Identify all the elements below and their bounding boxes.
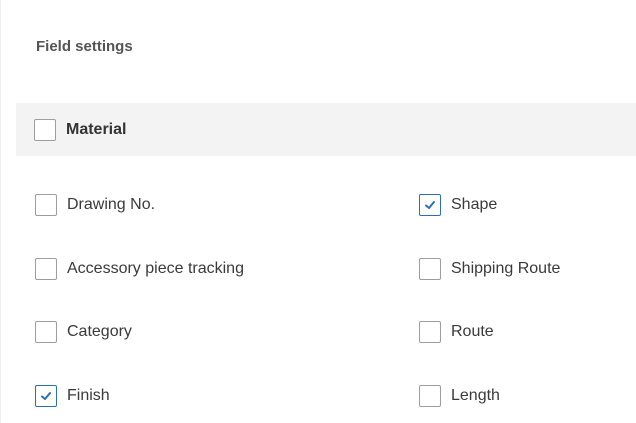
panel-title: Field settings [36,38,133,55]
field-shipping-route[interactable]: Shipping Route [419,257,560,281]
checkbox-length[interactable] [419,385,441,407]
group-checkbox-material[interactable] [34,118,56,141]
checkbox-route[interactable] [419,321,441,343]
group-header-material[interactable]: Material [16,103,636,156]
field-accessory-piece-tracking[interactable]: Accessory piece tracking [35,257,244,281]
field-length[interactable]: Length [419,384,500,408]
field-label-category: Category [67,323,132,340]
checkbox-drawing-no[interactable] [35,194,57,216]
field-route[interactable]: Route [419,320,494,344]
field-label-shape: Shape [451,196,498,213]
checkbox-category[interactable] [35,321,57,343]
checkbox-shape[interactable] [419,194,441,216]
checkbox-accessory-piece-tracking[interactable] [35,258,57,280]
field-label-drawing-no: Drawing No. [67,196,156,213]
field-label-length: Length [451,387,500,404]
field-settings-panel: Field settings Material Drawing No. Shap… [0,0,636,423]
field-drawing-no[interactable]: Drawing No. [35,193,155,217]
field-label-finish: Finish [67,387,110,404]
group-label: Material [66,120,127,138]
field-label-route: Route [451,323,494,340]
check-icon [425,201,435,209]
field-shape[interactable]: Shape [419,193,497,217]
field-finish[interactable]: Finish [35,384,110,408]
check-icon [41,392,51,400]
field-category[interactable]: Category [35,320,132,344]
checkbox-finish[interactable] [35,385,57,407]
field-label-accessory-piece-tracking: Accessory piece tracking [67,260,244,277]
panel-left-divider [0,0,1,423]
checkbox-shipping-route[interactable] [419,258,441,280]
field-label-shipping-route: Shipping Route [451,260,561,277]
